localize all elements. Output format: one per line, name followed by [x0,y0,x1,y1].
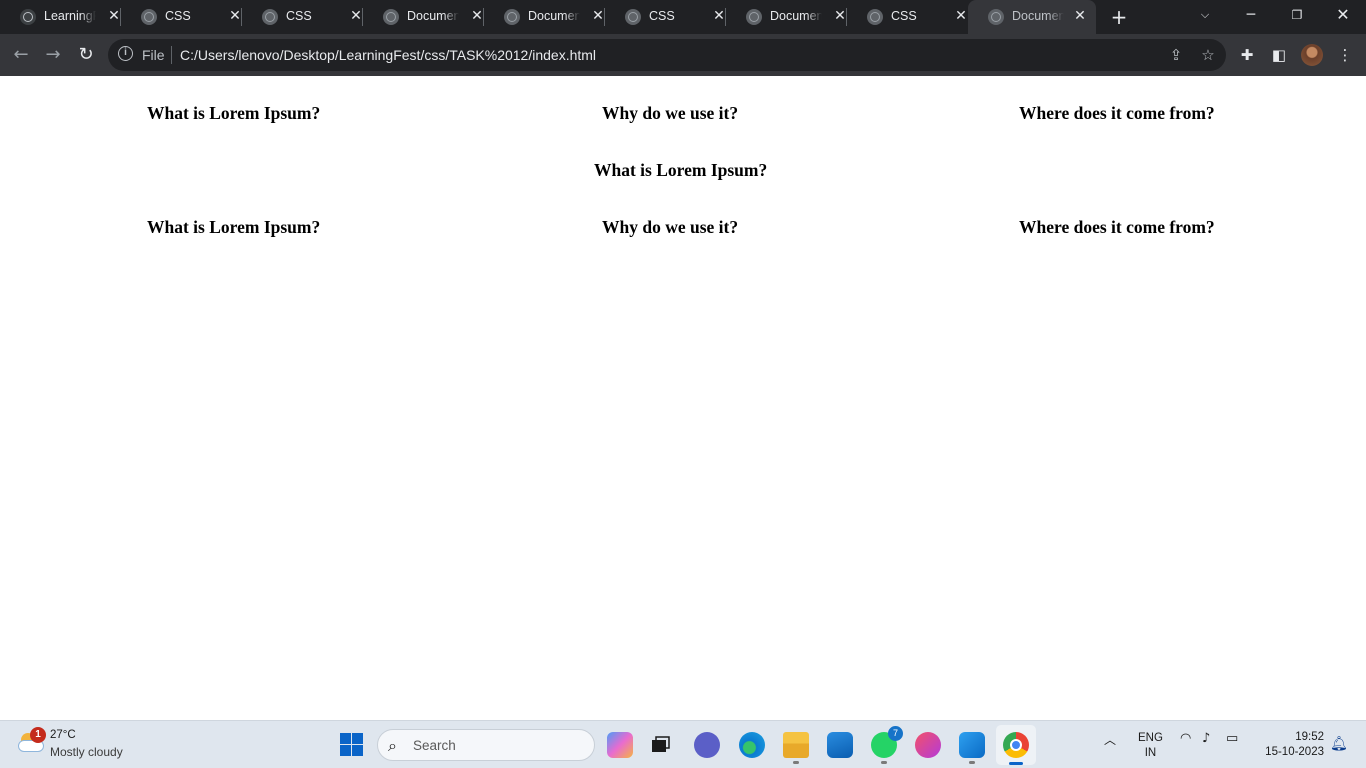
address-divider [171,46,172,64]
language-region: IN [1144,747,1157,759]
clock-date: 15-10-2023 [1265,746,1324,758]
weather-condition: Mostly cloudy [50,745,123,759]
task-view-icon[interactable] [648,732,672,758]
notification-bell-icon[interactable]: 🔔︎ [1330,736,1348,752]
vscode-icon[interactable] [959,732,985,764]
weather-temperature: 27°C [50,729,76,741]
tab-title: Document [528,9,580,23]
globe-icon [504,9,520,25]
heading-why-do-we-use-it: Why do we use it? [602,217,739,237]
site-info-icon[interactable]: i [118,46,133,61]
tab-document[interactable]: Document ✕ [726,0,847,34]
search-placeholder: Search [413,738,456,753]
reload-icon[interactable]: ↻ [73,42,99,68]
heading-what-is-lorem-ipsum: What is Lorem Ipsum? [147,217,321,237]
side-panel-icon[interactable]: ◧ [1268,44,1290,66]
globe-icon [625,9,641,25]
address-url[interactable]: C:/Users/lenovo/Desktop/LearningFest/css… [180,47,596,63]
wifi-icon[interactable]: ◠ [1180,731,1191,746]
tab-css[interactable]: CSS ✕ [121,0,242,34]
copilot-preview-icon[interactable] [607,732,633,758]
heading-what-is-lorem-ipsum: What is Lorem Ipsum? [147,103,321,123]
tab-css[interactable]: CSS ✕ [847,0,968,34]
tab-title: Document [407,9,459,23]
profile-avatar[interactable] [1301,44,1323,66]
search-icon: ⌕ [388,736,397,755]
whatsapp-badge: 7 [888,726,903,741]
heading-row-2: What is Lorem Ipsum? [0,160,1366,184]
tab-title: CSS [891,9,917,23]
forward-arrow-icon[interactable]: → [40,42,66,68]
language-code: ENG [1138,732,1163,744]
wps-office-icon[interactable] [915,732,941,758]
tab-title: LearningFest [44,9,96,23]
system-clock[interactable]: 19:52 15-10-2023 [1258,730,1324,760]
battery-icon[interactable]: ▭ [1226,731,1238,746]
whatsapp-icon[interactable]: 7 [871,726,903,764]
tab-learningfest[interactable]: LearningFest ✕ [0,0,121,34]
menu-kebab-icon[interactable]: ⋮ [1334,44,1356,66]
close-icon[interactable]: ✕ [1072,8,1088,24]
tab-title: CSS [649,9,675,23]
github-icon [20,9,36,25]
tab-css[interactable]: CSS ✕ [605,0,726,34]
heading-what-is-lorem-ipsum: What is Lorem Ipsum? [594,160,768,180]
heading-row-3: What is Lorem Ipsum? Why do we use it? W… [0,217,1366,241]
globe-icon [867,9,883,25]
teams-chat-icon[interactable] [694,732,720,758]
tab-document[interactable]: Document ✕ [484,0,605,34]
extensions-puzzle-icon[interactable]: ✚ [1236,44,1258,66]
mail-icon[interactable] [827,732,853,758]
bookmark-star-icon[interactable]: ☆ [1198,45,1218,65]
globe-icon [262,9,278,25]
share-icon[interactable]: ⇪ [1166,45,1186,65]
tab-title: CSS [165,9,191,23]
heading-where-does-it-come-from: Where does it come from? [1019,217,1215,237]
browser-toolbar: ← → ↻ i File C:/Users/lenovo/Desktop/Lea… [0,34,1366,76]
taskbar-search-box[interactable]: ⌕ Search [377,729,595,761]
tab-search-chevron-icon[interactable]: ⌵ [1182,0,1228,30]
weather-notification-badge: 1 [30,727,46,743]
tab-title: CSS [286,9,312,23]
heading-where-does-it-come-from: Where does it come from? [1019,103,1215,123]
tab-document-active[interactable]: Document ✕ [968,0,1096,34]
heading-why-do-we-use-it: Why do we use it? [602,103,739,123]
address-scheme-label: File [142,47,165,63]
tab-title: Document [1012,9,1064,23]
globe-icon [383,9,399,25]
edge-browser-icon[interactable] [739,732,765,758]
tab-css[interactable]: CSS ✕ [242,0,363,34]
restore-icon[interactable]: ❐ [1274,0,1320,30]
browser-tab-strip: LearningFest ✕ CSS ✕ CSS ✕ Document ✕ Do… [0,0,1366,34]
file-explorer-icon[interactable] [783,732,809,764]
minimize-icon[interactable]: ─ [1228,0,1274,30]
speaker-icon[interactable]: ♪ [1202,731,1210,746]
page-viewport: What is Lorem Ipsum? Why do we use it? W… [0,76,1366,720]
tab-title: Document [770,9,822,23]
windows-start-icon[interactable] [340,733,363,756]
heading-row-1: What is Lorem Ipsum? Why do we use it? W… [0,103,1366,127]
chrome-icon[interactable] [1003,732,1029,758]
window-close-icon[interactable]: ✕ [1320,0,1366,30]
clock-time: 19:52 [1295,731,1324,743]
globe-icon [746,9,762,25]
globe-icon [988,9,1004,25]
close-icon[interactable]: ✕ [953,8,969,24]
chrome-running-indicator [1009,762,1023,765]
tab-document[interactable]: Document ✕ [363,0,484,34]
windows-taskbar: 1 27°C Mostly cloudy ⌕ Search 7 ︿ ENG IN… [0,720,1366,768]
back-arrow-icon[interactable]: ← [8,42,34,68]
new-tab-button[interactable]: + [1109,6,1129,28]
globe-icon [141,9,157,25]
address-bar[interactable]: i File C:/Users/lenovo/Desktop/LearningF… [108,39,1226,71]
show-hidden-icons-chevron-icon[interactable]: ︿ [1104,731,1116,748]
language-indicator[interactable]: ENG IN [1138,731,1163,761]
